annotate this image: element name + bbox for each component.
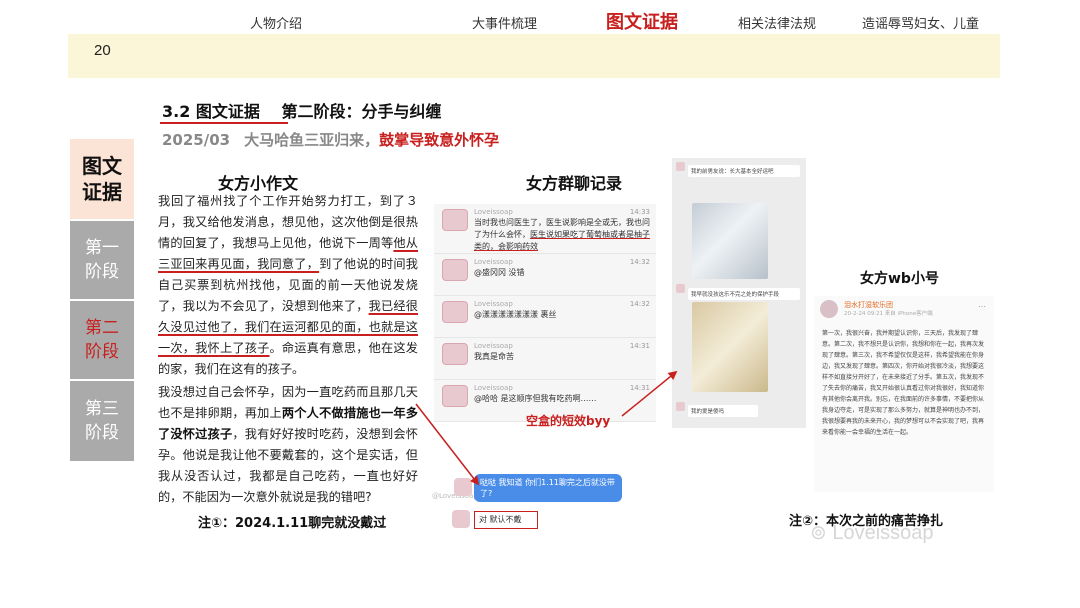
weibo-watermark: ⊚ Loveissoap — [810, 522, 934, 544]
arrow-label-to-photo — [621, 370, 678, 417]
annotation-arrows — [415, 370, 678, 486]
arrow-essay-to-chat — [415, 403, 480, 486]
